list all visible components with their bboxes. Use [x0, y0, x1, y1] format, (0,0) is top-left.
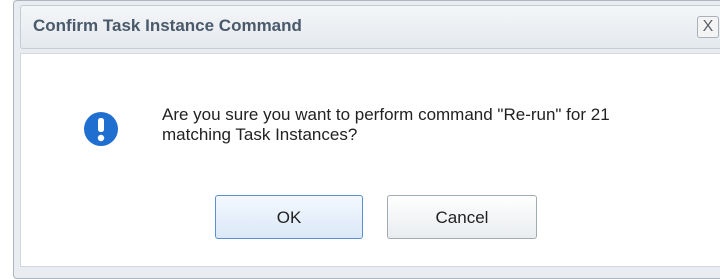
dialog-titlebar: Confirm Task Instance Command X	[20, 5, 720, 49]
ok-button[interactable]: OK	[215, 195, 363, 239]
dialog-title: Confirm Task Instance Command	[33, 16, 302, 35]
close-icon: X	[702, 18, 714, 35]
confirm-dialog: Confirm Task Instance Command X Are you …	[13, 0, 720, 279]
close-button[interactable]: X	[697, 16, 719, 38]
info-icon	[84, 112, 118, 146]
dialog-message: Are you sure you want to perform command…	[162, 105, 610, 144]
cancel-button[interactable]: Cancel	[387, 195, 537, 239]
dialog-content: Are you sure you want to perform command…	[20, 53, 720, 267]
